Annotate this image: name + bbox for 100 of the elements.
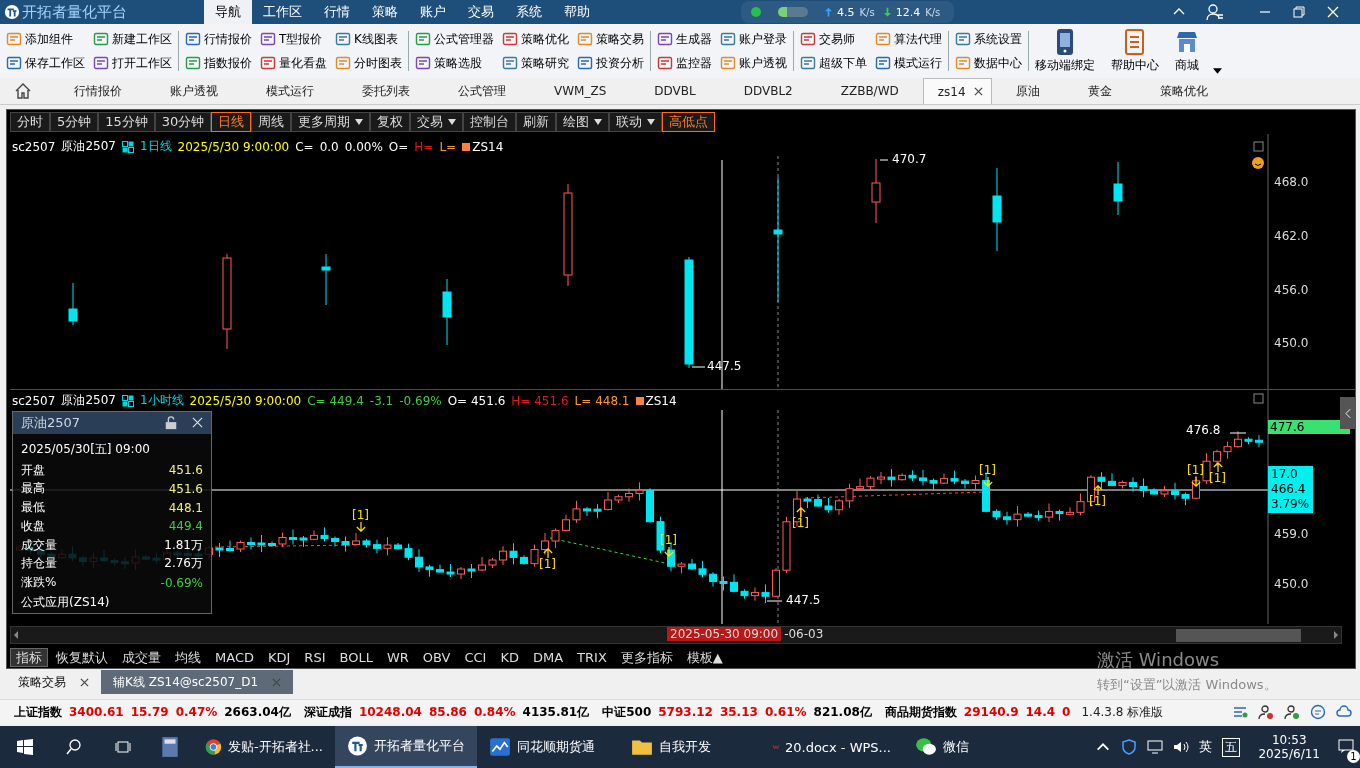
taskbar-app[interactable]: 同花顺期货通 [477, 726, 619, 768]
menu-tab[interactable]: 帮助 [553, 0, 601, 24]
indicator-button[interactable]: OBV [416, 648, 457, 667]
indicator-button[interactable]: RSI [298, 648, 332, 667]
workspace-tab[interactable]: ZZBB/WD [816, 78, 923, 104]
taskbar-app[interactable]: 自我开发 [619, 726, 761, 768]
index-value: 2663.04亿 [224, 703, 291, 721]
indicator-button[interactable]: 更多指标 [614, 648, 679, 667]
indicator-button[interactable]: CCI [458, 648, 493, 667]
toolbar-button[interactable]: 策略选股 [415, 51, 494, 75]
toolbar-button[interactable]: 商城 [1175, 28, 1199, 74]
workspace-tab[interactable]: 公式管理 [434, 78, 530, 104]
toolbar-button[interactable]: 超级下单 [800, 51, 867, 75]
workspace-tab[interactable]: DDVBL [630, 78, 720, 104]
workspace-tab[interactable]: 委托列表 [338, 78, 434, 104]
field-label: 最高 [21, 480, 45, 498]
workspace-tab[interactable]: 策略优化 [1135, 78, 1232, 104]
period-button[interactable]: 刷新 [516, 112, 557, 132]
workspace-tab[interactable]: 账户透视 [146, 78, 242, 104]
menu-tab[interactable]: 策略 [361, 0, 409, 24]
menu-tab[interactable]: 交易 [457, 0, 505, 24]
indicator-button[interactable]: MACD [209, 648, 260, 667]
toolbar-button[interactable]: 指数报价 [185, 51, 252, 75]
indicator-button[interactable]: DMA [527, 648, 570, 667]
toolbar-button[interactable]: 账户透视 [720, 51, 787, 75]
period-button[interactable]: 30分钟 [154, 112, 212, 132]
menu-tab[interactable]: 导航 [204, 0, 252, 24]
toolbar-button[interactable]: 账户登录 [720, 27, 787, 51]
toolbar-button[interactable]: 移动端绑定 [1035, 28, 1095, 74]
period-button[interactable]: 控制台 [463, 112, 517, 132]
toolbar-button[interactable]: 系统设置 [955, 27, 1022, 51]
indicator-button[interactable]: 指标 [10, 648, 48, 667]
menu-tab[interactable]: 系统 [505, 0, 553, 24]
version-label: 1.4.3.8 标准版 [1081, 703, 1164, 721]
indicator-button[interactable]: KD [494, 648, 525, 667]
workspace-tab[interactable]: DDVBL2 [719, 78, 817, 104]
menu-tab[interactable]: 账户 [409, 0, 457, 24]
period-button[interactable]: 分时 [10, 112, 50, 132]
indicator-button[interactable]: 成交量 [116, 648, 167, 667]
toolbar-button[interactable]: 量化看盘 [260, 51, 327, 75]
toolbar-button[interactable]: 保存工作区 [6, 51, 85, 75]
quote-field: 原油2507 [61, 392, 116, 409]
toolbar-button[interactable]: 交易师 [800, 27, 867, 51]
period-button[interactable]: 5分钟 [50, 112, 99, 132]
taskbar-app[interactable]: 20.docx - WPS... [761, 726, 903, 768]
price-annotation: 470.7 [892, 152, 927, 166]
period-button[interactable]: 复权 [370, 112, 411, 132]
taskbar-app[interactable]: 发贴-开拓者社... [193, 726, 335, 768]
workspace-tab[interactable]: 模式运行 [242, 78, 338, 104]
toolbar-button[interactable]: 分时图表 [335, 51, 402, 75]
legend-item: ZS14 [462, 139, 504, 154]
toolbar-button[interactable]: 模式运行 [875, 51, 942, 75]
workspace-tab[interactable]: 原油 [991, 78, 1064, 104]
indicator-button[interactable]: 模板▲ [680, 648, 729, 667]
indicator-button[interactable]: 恢复默认 [50, 648, 114, 667]
toolbar-button[interactable]: 策略研究 [502, 51, 569, 75]
toolbar-button[interactable]: 行情报价 [185, 27, 252, 51]
indicator-button[interactable]: TRIX [571, 648, 613, 667]
period-button[interactable]: 日线 [211, 112, 252, 132]
indicator-button[interactable]: BOLL [333, 648, 379, 667]
input-method-button[interactable]: 五 [1222, 737, 1241, 757]
toolbar-button[interactable]: 监控器 [657, 51, 712, 75]
workspace-tab[interactable]: 行情报价 [50, 78, 146, 104]
clock-date[interactable]: 2025/6/11 [1258, 747, 1320, 761]
workspace-tab[interactable]: VWM_ZS [530, 78, 631, 104]
menu-tab[interactable]: 行情 [313, 0, 361, 24]
toolbar-button[interactable]: 生成器 [657, 27, 712, 51]
period-button[interactable]: 15分钟 [98, 112, 155, 132]
period-button[interactable]: 高低点 [662, 112, 716, 132]
indicator-button[interactable]: KDJ [261, 648, 297, 667]
toolbar-button[interactable]: 策略交易 [577, 27, 644, 51]
toolbar-button[interactable]: 帮助中心 [1111, 28, 1159, 74]
input-method-button[interactable]: 英 [1199, 738, 1213, 756]
toolbar-button[interactable]: 新建工作区 [93, 27, 172, 51]
workspace-tab[interactable]: zs14 [922, 78, 992, 104]
taskbar-app[interactable]: 微信 [903, 726, 1045, 768]
period-button[interactable]: 联动 [609, 112, 663, 132]
toolbar-button[interactable]: T型报价 [260, 27, 327, 51]
period-button[interactable]: 交易 [410, 112, 464, 132]
panel-tab[interactable]: 策略交易 [6, 670, 101, 694]
period-button[interactable]: 周线 [251, 112, 292, 132]
clock-time[interactable]: 10:53 [1271, 733, 1307, 747]
signal-label: [1] [792, 517, 809, 530]
menu-tab[interactable]: 工作区 [252, 0, 313, 24]
workspace-tab[interactable]: 黄金 [1063, 78, 1136, 104]
period-button[interactable]: 绘图 [556, 112, 610, 132]
panel-tab[interactable]: 辅K线 ZS14@sc2507_D1 [101, 670, 294, 694]
indicator-button[interactable]: 均线 [169, 648, 207, 667]
toolbar-button[interactable]: 算法代理 [875, 27, 942, 51]
toolbar-button[interactable]: 添加组件 [6, 27, 85, 51]
toolbar-button[interactable]: K线图表 [335, 27, 402, 51]
toolbar-button[interactable]: 公式管理器 [415, 27, 494, 51]
toolbar-button[interactable]: 数据中心 [955, 51, 1022, 75]
toolbar-button[interactable]: 投资分析 [577, 51, 644, 75]
toolbar-button[interactable]: 策略优化 [502, 27, 569, 51]
taskbar-app[interactable]: 开拓者量化平台 [335, 726, 477, 768]
scroll-bar[interactable]: 2025-05-30 09:00 -06-03 [10, 626, 1342, 644]
toolbar-button[interactable]: 打开工作区 [93, 51, 172, 75]
indicator-button[interactable]: WR [380, 648, 415, 667]
period-button[interactable]: 更多周期 [291, 112, 371, 132]
